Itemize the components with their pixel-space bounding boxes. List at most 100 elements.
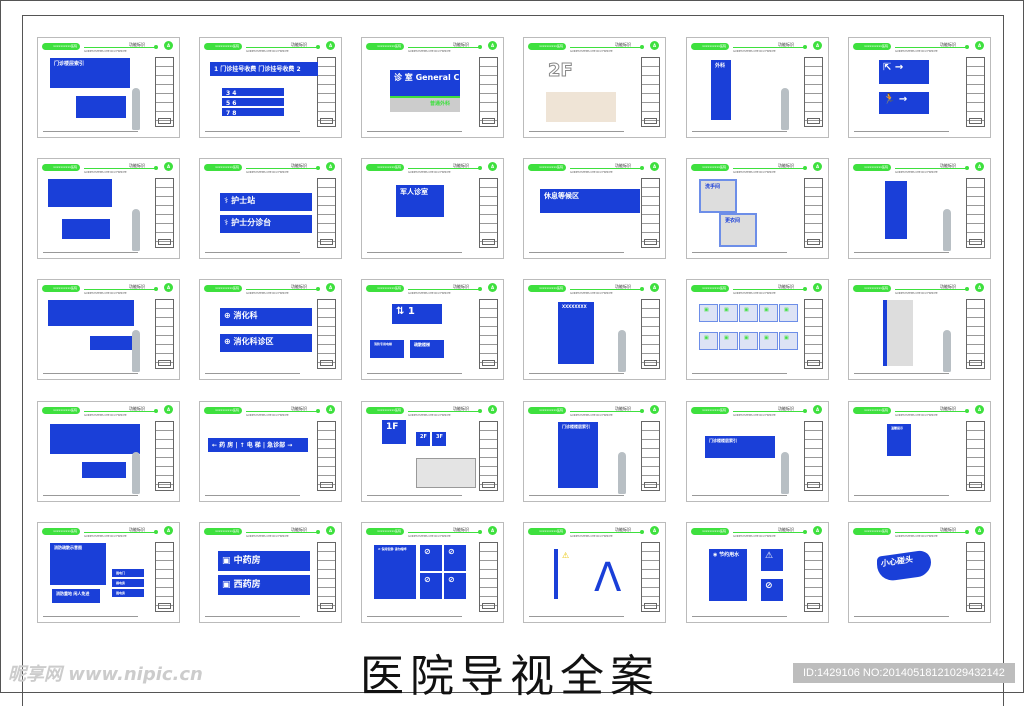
sign-artwork: ⚕ 护士站 ⚕ 护士分诊台 (200, 159, 341, 258)
panel-waiting-area-sign: xxxxxxxxxx医院 功能标识 GUIDESYSTEMS CHE RCU F… (523, 158, 666, 259)
panel-emergency-exit-signs: xxxxxxxxxx医院 功能标识 GUIDESYSTEMS CHE RCU F… (848, 37, 991, 138)
sign-block: ⊘ (420, 545, 442, 571)
panel-schedule-table-board: xxxxxxxxxx医院 功能标识 GUIDESYSTEMS CHE RCU F… (37, 401, 180, 502)
sign-block: 更衣间 (719, 213, 757, 247)
sign-artwork: 门诊楼层索引 (38, 38, 179, 137)
sign-block: ⊕ 消化科诊区 (220, 334, 312, 352)
sign-artwork: 1 门诊挂号收费 门诊挂号收费 2 3 4 5 6 7 8 (200, 38, 341, 137)
sign-block: 1 门诊挂号收费 门诊挂号收费 2 (210, 62, 318, 76)
sign-block: 🏃 → (879, 92, 929, 114)
sign-text: 军人诊室 (400, 188, 428, 196)
sign-text: ⊕ 消化科诊区 (224, 337, 274, 346)
sign-text: ⊘ (424, 547, 431, 556)
sign-block: ⚕ 护士站 (220, 193, 312, 211)
sign-artwork: 小心碰头 (849, 523, 990, 622)
sign-block: 门诊楼楼层索引 (558, 422, 598, 488)
sign-text: 强电门 (116, 571, 126, 575)
sign-block: 门诊楼楼层索引 (705, 436, 775, 458)
sign-block (883, 300, 913, 366)
sign-text: 门诊楼楼层索引 (562, 424, 590, 429)
sign-artwork (849, 159, 990, 258)
sign-text: 洗手间 (705, 184, 721, 190)
sign-text: ▣ (724, 307, 729, 313)
sign-text: 消防疏散示意图 (54, 545, 82, 550)
sign-block: 门诊楼层索引 (50, 58, 130, 88)
sign-block (546, 92, 616, 122)
sign-text: 门诊楼层索引 (54, 61, 85, 67)
sign-text: ⚠ (765, 551, 774, 561)
panel-department-bed-board: xxxxxxxxxx医院 功能标识 GUIDESYSTEMS CHE RCU F… (37, 279, 180, 380)
sign-artwork: XXXXXXXX (524, 280, 665, 379)
sign-text: ▣ (744, 335, 749, 341)
sign-block: ▣ (719, 332, 738, 350)
sign-block (50, 424, 140, 454)
sign-text: ◉ 节约用水 (713, 552, 740, 558)
sign-artwork: 外科 (687, 38, 828, 137)
sign-block (48, 179, 112, 207)
sign-text: ⚠ (562, 551, 570, 560)
sign-block: 3F (432, 432, 446, 446)
sign-text: 3 4 (226, 90, 237, 97)
sign-artwork: ▣ 中药房 ▣ 西药房 (200, 523, 341, 622)
sign-text: XXXXXXXX (562, 304, 587, 309)
sign-text: ▣ (724, 335, 729, 341)
sign-block: ▣ (779, 332, 798, 350)
sign-text: 小心碰头 (881, 554, 913, 569)
panel-warning-notice-stand: xxxxxxxxxx医院 功能标识 GUIDESYSTEMS CHE RCU F… (848, 401, 991, 502)
sign-block: ⚠ (761, 549, 783, 571)
sign-block (48, 300, 134, 326)
sign-block: ▣ (719, 304, 738, 322)
sign-block: 洗手间 (699, 179, 737, 213)
watermark: 昵享网 www.nipic.cn (8, 664, 203, 685)
sign-artwork: 1F 2F 3F (362, 402, 503, 501)
sign-block: 7 8 (222, 108, 284, 117)
sign-text: 门诊楼楼层索引 (709, 438, 737, 443)
panel-nurse-station-signs: xxxxxxxxxx医院 功能标识 GUIDESYSTEMS CHE RCU F… (199, 158, 342, 259)
panel-room-plate-set: xxxxxxxxxx医院 功能标识 GUIDESYSTEMS CHE RCU F… (686, 279, 829, 380)
sign-block: 强电门 (112, 569, 144, 577)
person-silhouette-icon (781, 88, 789, 130)
sign-block: ⊘ (420, 573, 442, 599)
panel-hanging-direction-sign: xxxxxxxxxx医院 功能标识 GUIDESYSTEMS CHE RCU F… (199, 401, 342, 502)
panel-outpatient-floor-index: xxxxxxxxxx医院 功能标识 GUIDESYSTEMS CHE RCU F… (523, 401, 666, 502)
sign-block: 普通外科 (390, 96, 460, 112)
panel-restroom-signs: xxxxxxxxxx医院 功能标识 GUIDESYSTEMS CHE RCU F… (686, 158, 829, 259)
sign-block: ⊘ (444, 545, 466, 571)
sign-block: ▣ (699, 304, 718, 322)
sign-artwork (38, 402, 179, 501)
sign-artwork: 门诊楼楼层索引 (524, 402, 665, 501)
sign-artwork: 门诊楼楼层索引 (687, 402, 828, 501)
sign-text: ▣ (764, 335, 769, 341)
sign-block: ⚕ 护士分诊台 (220, 215, 312, 233)
sign-block: 强电房 (112, 589, 144, 597)
sign-artwork: ⚠ Λ (524, 523, 665, 622)
sign-block: 休息等候区 (540, 189, 640, 213)
sign-artwork: ⇅ 1 消防专用电梯 疏散楼梯 (362, 280, 503, 379)
sign-text: 外科 (715, 63, 726, 69)
sign-text: ⊘ (424, 575, 431, 584)
sign-text: ⚕ 护士站 (224, 196, 256, 205)
sign-block: 诊 室 General Clinic (390, 70, 478, 96)
sign-text: 2F (420, 434, 427, 440)
sign-text: ⇱ → (883, 62, 904, 73)
person-silhouette-icon (781, 452, 789, 494)
sign-artwork: 洗手间更衣间 (687, 159, 828, 258)
sign-artwork: 2F (524, 38, 665, 137)
sign-block: 小心碰头 (877, 549, 931, 583)
sign-text: 普通外科 (430, 101, 451, 107)
sign-block (416, 458, 476, 488)
sign-block: 5 6 (222, 98, 284, 107)
panel-floor-plates: xxxxxxxxxx医院 功能标识 GUIDESYSTEMS CHE RCU F… (361, 401, 504, 502)
person-silhouette-icon (943, 209, 951, 251)
panel-digestive-department-signs: xxxxxxxxxx医院 功能标识 GUIDESYSTEMS CHE RCU F… (199, 279, 342, 380)
sign-artwork: ⊕ 消化科 ⊕ 消化科诊区 (200, 280, 341, 379)
panel-standing-directory-totem: xxxxxxxxxx医院 功能标识 GUIDESYSTEMS CHE RCU F… (848, 158, 991, 259)
sign-block: ⇅ 1 (392, 304, 442, 324)
panel-department-column-sign: xxxxxxxxxx医院 功能标识 GUIDESYSTEMS CHE RCU F… (686, 37, 829, 138)
sign-text: ⊘ (765, 581, 773, 591)
sign-text: ⇅ 1 (396, 306, 415, 317)
sign-artwork: ▣ ▣ ▣ ▣ ▣ ▣ ▣ ▣ ▣ ▣ (687, 280, 828, 379)
panel-fire-evacuation-map: xxxxxxxxxx医院 功能标识 GUIDESYSTEMS CHE RCU F… (37, 522, 180, 623)
sign-text: ▣ (744, 307, 749, 313)
sign-text: 疏散楼梯 (414, 342, 430, 347)
